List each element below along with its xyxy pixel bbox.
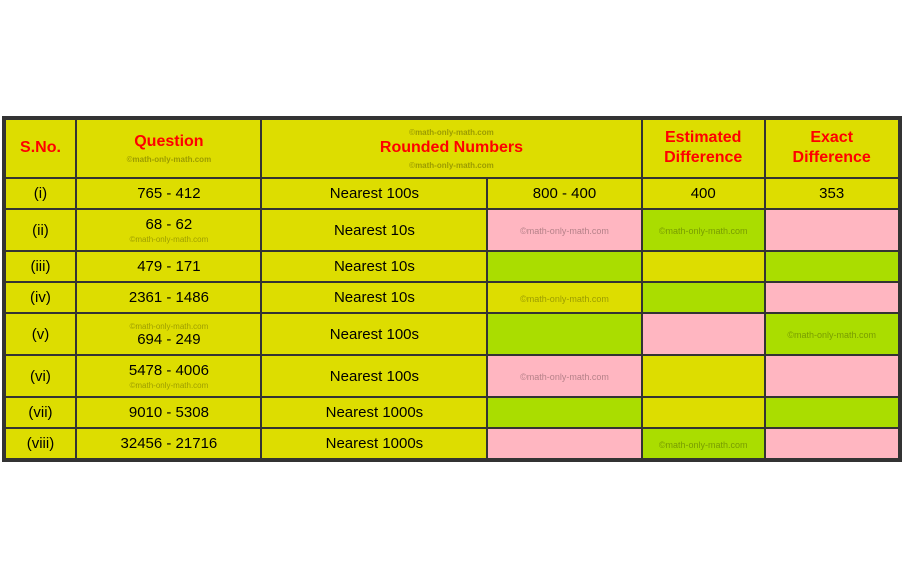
cell-question: ©math-only-math.com694 - 249 [76,313,261,355]
header-row: S.No. Question ©math-only-math.com ©math… [5,119,899,179]
cell-estimated [642,397,765,428]
table-row: (iv)2361 - 1486Nearest 10s©math-only-mat… [5,282,899,313]
cell-rounded-val: ©math-only-math.com [487,355,641,397]
cell-estimated: ©math-only-math.com [642,428,765,459]
cell-nearest: Nearest 10s [261,282,487,313]
cell-rounded-val [487,397,641,428]
cell-sno: (v) [5,313,77,355]
cell-nearest: Nearest 10s [261,209,487,251]
cell-exact [765,355,899,397]
cell-question: 9010 - 5308 [76,397,261,428]
cell-question: 2361 - 1486 [76,282,261,313]
header-exact-diff: ExactDifference [765,119,899,179]
header-estimated-diff: EstimatedDifference [642,119,765,179]
cell-nearest: Nearest 100s [261,178,487,209]
cell-exact: ©math-only-math.com [765,313,899,355]
cell-estimated [642,355,765,397]
table-row: (i)765 - 412Nearest 100s800 - 400400353 [5,178,899,209]
cell-nearest: Nearest 1000s [261,428,487,459]
cell-estimated: ©math-only-math.com [642,209,765,251]
cell-rounded-val: 800 - 400 [487,178,641,209]
table-row: (ii)68 - 62©math-only-math.comNearest 10… [5,209,899,251]
cell-nearest: Nearest 10s [261,251,487,282]
cell-question: 5478 - 4006©math-only-math.com [76,355,261,397]
table-row: (viii)32456 - 21716Nearest 1000s ©math-on… [5,428,899,459]
cell-sno: (viii) [5,428,77,459]
header-sno: S.No. [5,119,77,179]
cell-exact [765,209,899,251]
cell-nearest: Nearest 100s [261,313,487,355]
cell-question: 765 - 412 [76,178,261,209]
cell-sno: (iv) [5,282,77,313]
table-row: (iii)479 - 171Nearest 10s [5,251,899,282]
cell-sno: (i) [5,178,77,209]
cell-exact: 353 [765,178,899,209]
table-row: (vi)5478 - 4006©math-only-math.comNeares… [5,355,899,397]
table-body: (i)765 - 412Nearest 100s800 - 400400353(… [5,178,899,459]
cell-exact [765,397,899,428]
main-table-wrapper: S.No. Question ©math-only-math.com ©math… [2,116,902,463]
cell-rounded-val: ©math-only-math.com [487,209,641,251]
header-rounded-numbers: ©math-only-math.com Rounded Numbers ©mat… [261,119,641,179]
cell-sno: (iii) [5,251,77,282]
cell-estimated [642,282,765,313]
cell-nearest: Nearest 100s [261,355,487,397]
cell-rounded-val [487,313,641,355]
header-question: Question ©math-only-math.com [76,119,261,179]
cell-nearest: Nearest 1000s [261,397,487,428]
cell-sno: (ii) [5,209,77,251]
cell-rounded-val [487,428,641,459]
cell-estimated: 400 [642,178,765,209]
table-row: (vii)9010 - 5308Nearest 1000s [5,397,899,428]
cell-question: 32456 - 21716 [76,428,261,459]
cell-sno: (vii) [5,397,77,428]
cell-sno: (vi) [5,355,77,397]
cell-question: 68 - 62©math-only-math.com [76,209,261,251]
cell-exact [765,428,899,459]
cell-estimated [642,313,765,355]
table-row: (v)©math-only-math.com694 - 249Nearest 1… [5,313,899,355]
estimation-table: S.No. Question ©math-only-math.com ©math… [4,118,900,461]
cell-estimated [642,251,765,282]
cell-rounded-val [487,251,641,282]
cell-exact [765,251,899,282]
cell-rounded-val: ©math-only-math.com [487,282,641,313]
cell-question: 479 - 171 [76,251,261,282]
cell-exact [765,282,899,313]
